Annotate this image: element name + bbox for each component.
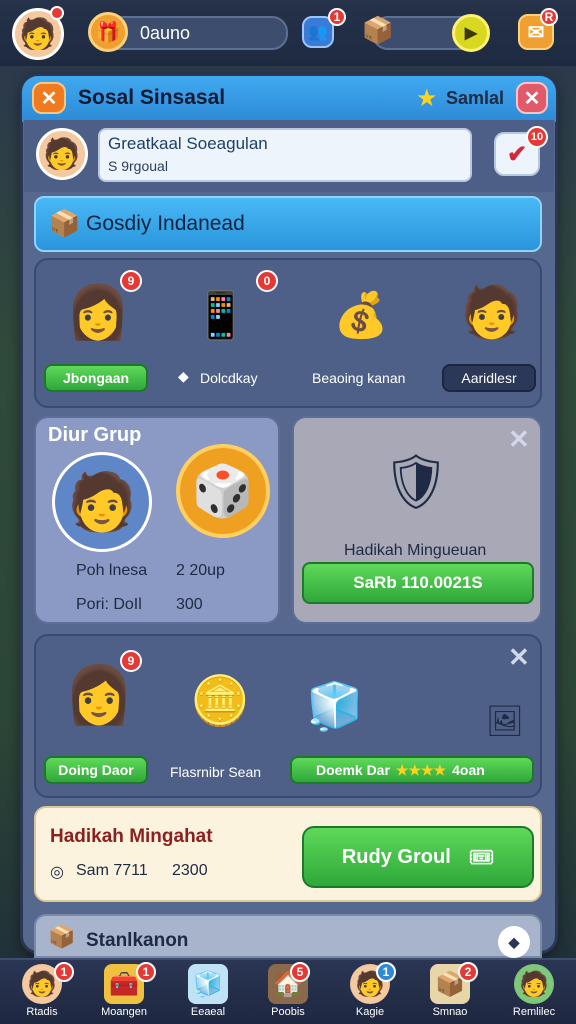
reward-1-badge: 9 bbox=[120, 270, 142, 292]
character-icon: 🧑 bbox=[460, 283, 524, 340]
nav-badge-2: 1 bbox=[136, 962, 156, 982]
shield-icon: 🛡 bbox=[381, 451, 451, 512]
ticket-icon: 🎟 bbox=[468, 846, 495, 869]
diamond-icon[interactable]: ◆ bbox=[498, 926, 530, 958]
row2-3-label: Doemk Dar bbox=[316, 762, 390, 778]
nav-badge-1: 1 bbox=[54, 962, 74, 982]
section-header-label: Gosdiy Indanead bbox=[86, 212, 245, 235]
reward-4-label: Aaridlesr bbox=[461, 370, 517, 386]
nav-badge-4: 5 bbox=[290, 962, 310, 982]
play-button[interactable]: ▶ bbox=[452, 14, 490, 52]
row2-1-badge: 9 bbox=[120, 650, 142, 672]
ice-cup-icon: 🧊 bbox=[306, 679, 364, 732]
stars-icon: ★★★★ bbox=[395, 761, 447, 778]
nav-item-7[interactable]: 🧑 Remlilec bbox=[494, 960, 574, 1022]
reward-2-badge: 0 bbox=[256, 270, 278, 292]
group-avatar: 🧑 bbox=[52, 452, 152, 552]
gift-icon[interactable]: 🎁 bbox=[88, 12, 128, 52]
panel-close-button[interactable]: ✕ bbox=[516, 82, 548, 114]
weekly-stat-value: 2300 bbox=[172, 862, 208, 879]
avatar-badge bbox=[50, 6, 64, 20]
nav-label-2: Moangen bbox=[101, 1006, 147, 1018]
dice-icon: 🎲 bbox=[176, 444, 270, 538]
coins-icon: 💰 bbox=[333, 291, 389, 340]
weekly-button[interactable]: Rudy Groul 🎟 bbox=[302, 826, 534, 888]
reward-2-label: Dolcdkay bbox=[200, 370, 258, 386]
daily-gift-button-label: SaRb 110.0021S bbox=[353, 573, 483, 592]
row2-2-label: Flasrnibr Sean bbox=[170, 764, 262, 780]
nav-item-5[interactable]: 🧑 Kagie bbox=[330, 960, 410, 1022]
slot-coins-icon: 🪙 bbox=[190, 674, 250, 728]
panel-title: Sosal Sinsasal bbox=[78, 86, 226, 109]
weekly-stat-label: Sam 7711 bbox=[76, 862, 148, 879]
ice-icon: 🧊 bbox=[188, 964, 228, 1004]
row2-1-label: Doing Daor bbox=[58, 762, 134, 778]
reward-3-label: Beaoing kanan bbox=[312, 370, 406, 386]
check-badge: 10 bbox=[526, 126, 548, 148]
nav-label-6: Smnao bbox=[432, 1006, 468, 1018]
star-icon: ★ bbox=[416, 85, 438, 112]
nav-label-3: Eeaeal bbox=[190, 1006, 226, 1018]
group-stat2-value: 300 bbox=[176, 596, 203, 613]
nav-label-5: Kagie bbox=[355, 1006, 385, 1018]
timer-icon: ◎ bbox=[50, 864, 64, 881]
diamond-icon: ◆ bbox=[178, 368, 189, 384]
nav-item-3[interactable]: 🧊 Eeaeal bbox=[168, 960, 248, 1022]
group-stat1-label: Poh lnesa bbox=[76, 562, 148, 579]
search-value: 0auno bbox=[140, 22, 191, 43]
nav-badge-6: 2 bbox=[458, 962, 478, 982]
phone-icon: 📱 bbox=[192, 288, 250, 341]
star-label: Samlal bbox=[446, 88, 505, 108]
mail-badge: R bbox=[540, 8, 558, 26]
group-stat1-value: 2 20up bbox=[176, 562, 225, 579]
row2-3-value: 4oan bbox=[452, 762, 485, 778]
group-title: Diur Grup bbox=[48, 424, 142, 446]
nav-label-1: Rtadis bbox=[26, 1006, 58, 1018]
close-icon[interactable]: ✕ bbox=[508, 642, 530, 673]
nav-label-7: Remlilec bbox=[512, 1006, 556, 1018]
close-icon[interactable]: ✕ bbox=[508, 424, 530, 455]
close-icon[interactable]: ✕ bbox=[32, 82, 66, 114]
nav-item-6[interactable]: 📦 Smnao bbox=[410, 960, 490, 1022]
reward-4-button[interactable]: Aaridlesr bbox=[442, 364, 536, 392]
friends-badge: 1 bbox=[328, 8, 346, 26]
box-icon: 📦 bbox=[48, 924, 76, 949]
row2-3-button[interactable]: Doemk Dar ★★★★ 4oan bbox=[290, 756, 534, 784]
reward-1-button[interactable]: Jbongaan bbox=[44, 364, 148, 392]
photo-icon: 🖼 bbox=[485, 704, 525, 738]
nav-label-4: Poobis bbox=[271, 1006, 305, 1018]
row2-1-button[interactable]: Doing Daor bbox=[44, 756, 148, 784]
profile-sub: S 9rgoual bbox=[108, 158, 168, 174]
profile-name: Greatkaal Soeagulan bbox=[108, 134, 268, 153]
profile-avatar: 🧑 bbox=[36, 128, 88, 180]
daily-gift-title: Hadikah Mingueuan bbox=[344, 542, 487, 559]
avatar-icon: 🧑 bbox=[514, 964, 554, 1004]
weekly-title: Hadikah Mingahat bbox=[50, 826, 213, 847]
box-icon: 📦 bbox=[48, 208, 81, 238]
crate-icon: 📦 bbox=[361, 14, 395, 45]
reward-1-label: Jbongaan bbox=[62, 370, 130, 386]
weekly-button-label: Rudy Groul bbox=[341, 845, 451, 868]
daily-gift-button[interactable]: SaRb 110.0021S bbox=[302, 562, 534, 604]
nav-item-4[interactable]: 🏠 Poobis bbox=[248, 960, 328, 1022]
bottom-card-title: Stanlkanon bbox=[86, 930, 189, 951]
group-stat2-label: Pori: DoIl bbox=[76, 596, 142, 613]
nav-badge-5: 1 bbox=[376, 962, 396, 982]
